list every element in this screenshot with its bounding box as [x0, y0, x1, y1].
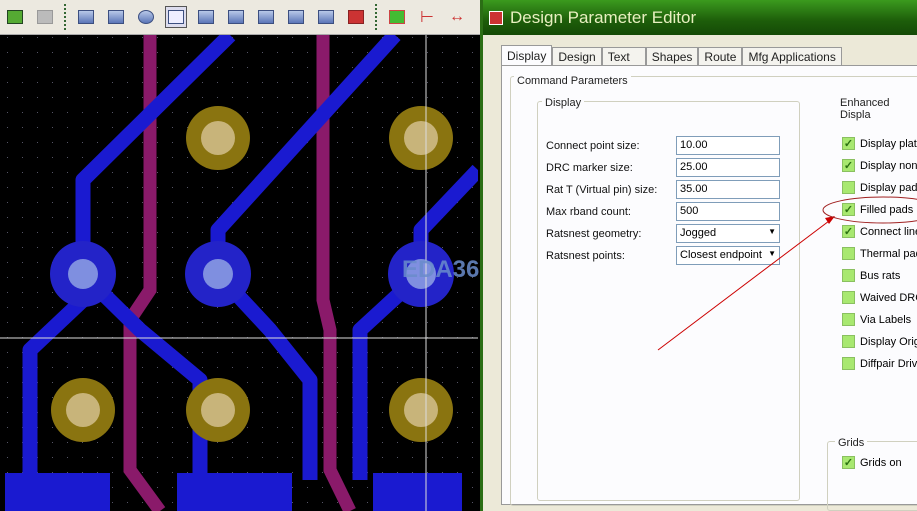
- field-value: Jogged: [680, 227, 717, 239]
- field-row: DRC marker size: 25.00: [546, 158, 780, 177]
- checkbox-grids-on[interactable]: ✓ Grids on: [842, 456, 902, 469]
- field-row: Max rband count: 500: [546, 202, 780, 221]
- toolbar-separator: [375, 4, 378, 30]
- circle-outline-icon[interactable]: [285, 6, 307, 28]
- checkbox-item[interactable]: Display Origi: [842, 335, 917, 348]
- checkbox-box[interactable]: [842, 269, 855, 282]
- checkbox-label: Diffpair Drive: [860, 357, 917, 370]
- tab-text[interactable]: Text: [601, 47, 646, 66]
- text-input[interactable]: 10.00: [676, 136, 780, 155]
- tab-mfg-applications[interactable]: Mfg Applications: [742, 47, 842, 66]
- tab-design[interactable]: Design: [552, 47, 602, 66]
- checkbox-label: Waived DRC: [860, 291, 917, 304]
- checkbox-item[interactable]: ✓ Display non-p: [842, 159, 917, 172]
- checkbox-box[interactable]: ✓: [842, 203, 855, 216]
- field-label: Max rband count:: [546, 205, 631, 218]
- field-row: Ratsnest points: Closest endpoint ▼: [546, 246, 780, 265]
- measure-vertical-icon[interactable]: ⊢: [416, 6, 438, 28]
- title-bar[interactable]: Design Parameter Editor: [483, 0, 917, 35]
- blank-icon[interactable]: [34, 6, 56, 28]
- component-icon[interactable]: [386, 6, 408, 28]
- field-value: Closest endpoint: [680, 249, 762, 261]
- square-outline-icon[interactable]: [255, 6, 277, 28]
- checkbox-box[interactable]: [842, 335, 855, 348]
- checkbox-label: Display plate: [860, 137, 917, 150]
- design-parameter-editor-dialog: Design Parameter Editor Display Design T…: [480, 0, 917, 511]
- command-parameters-label: Command Parameters: [514, 75, 631, 87]
- measure-horizontal-icon[interactable]: ↔: [446, 6, 468, 28]
- tab-bar: Display Design Text Shapes Route Mfg App…: [501, 45, 842, 67]
- checkbox-label: Via Labels: [860, 313, 912, 326]
- checkbox-box[interactable]: ✓: [842, 137, 855, 150]
- checkbox-item[interactable]: ✓ Filled pads: [842, 203, 913, 216]
- shape-outline-icon[interactable]: [195, 6, 217, 28]
- checkbox-label: Display padle: [860, 181, 917, 194]
- slant-rect-icon[interactable]: [315, 6, 337, 28]
- field-row: Rat T (Virtual pin) size: 35.00: [546, 180, 780, 199]
- checkbox-label: Display non-p: [860, 159, 917, 172]
- circle-icon[interactable]: [135, 6, 157, 28]
- checkbox-box[interactable]: [842, 247, 855, 260]
- toolbar: ⊢ ↔: [0, 0, 480, 35]
- field-value: 25.00: [680, 161, 708, 173]
- checkbox-label: Bus rats: [860, 269, 901, 282]
- enhanced-display-label: Enhanced Displa: [837, 97, 917, 121]
- dropdown[interactable]: Jogged ▼: [676, 224, 780, 243]
- app-icon: [489, 10, 503, 25]
- field-value: 500: [680, 205, 699, 217]
- field-row: Connect point size: 10.00: [546, 136, 780, 155]
- field-label: Ratsnest geometry:: [546, 227, 642, 240]
- checkbox-box[interactable]: [842, 181, 855, 194]
- field-row: Ratsnest geometry: Jogged ▼: [546, 224, 780, 243]
- checkbox-item[interactable]: ✓ Display plate: [842, 137, 917, 150]
- checkbox-label: Grids on: [860, 456, 902, 469]
- checkbox-box[interactable]: ✓: [842, 225, 855, 238]
- checkbox-label: Filled pads: [860, 203, 914, 216]
- field-label: Connect point size:: [546, 139, 640, 152]
- checkbox-item[interactable]: Diffpair Drive: [842, 357, 917, 370]
- step-shape-icon[interactable]: [75, 6, 97, 28]
- tab-route[interactable]: Route: [698, 47, 743, 66]
- field-value: 10.00: [680, 139, 708, 151]
- checkbox-item[interactable]: Via Labels: [842, 313, 911, 326]
- checkbox-box[interactable]: ✓: [842, 159, 855, 172]
- arc-icon[interactable]: [225, 6, 247, 28]
- text-input[interactable]: 500: [676, 202, 780, 221]
- tab-shapes[interactable]: Shapes: [645, 47, 699, 66]
- checkbox-box[interactable]: [842, 357, 855, 370]
- checkbox-box[interactable]: ✓: [842, 456, 855, 469]
- checkbox-box[interactable]: [842, 313, 855, 326]
- chevron-down-icon: ▼: [768, 249, 776, 258]
- checkbox-label: Connect line: [860, 225, 917, 238]
- rectangle-icon[interactable]: [105, 6, 127, 28]
- chevron-down-icon: ▼: [768, 227, 776, 236]
- field-label: Rat T (Virtual pin) size:: [546, 183, 658, 196]
- grids-group: [827, 441, 917, 511]
- grids-group-label: Grids: [835, 437, 868, 449]
- checkbox-item[interactable]: ✓ Connect line: [842, 225, 917, 238]
- checkbox-item[interactable]: Display padle: [842, 181, 917, 194]
- field-label: Ratsnest points:: [546, 249, 625, 262]
- tab-display[interactable]: Display: [501, 45, 553, 67]
- checkbox-item[interactable]: Thermal pad: [842, 247, 917, 260]
- text-input[interactable]: 25.00: [676, 158, 780, 177]
- checkbox-label: Display Origi: [860, 335, 917, 348]
- field-value: 35.00: [680, 183, 708, 195]
- checkbox-box[interactable]: [842, 291, 855, 304]
- select-pointer-icon[interactable]: [165, 6, 187, 28]
- text-input[interactable]: 35.00: [676, 180, 780, 199]
- checkbox-label: Thermal pad: [860, 247, 917, 260]
- dialog-title: Design Parameter Editor: [510, 7, 697, 27]
- checkbox-item[interactable]: Waived DRC: [842, 291, 917, 304]
- checkbox-item[interactable]: Bus rats: [842, 269, 900, 282]
- layer-icon[interactable]: [4, 6, 26, 28]
- display-tab-panel: Command Parameters Display Enhanced Disp…: [501, 65, 917, 511]
- delete-shape-icon[interactable]: [345, 6, 367, 28]
- bottom-pads: [5, 473, 462, 511]
- dropdown[interactable]: Closest endpoint ▼: [676, 246, 780, 265]
- display-group-label: Display: [542, 97, 585, 109]
- field-label: DRC marker size:: [546, 161, 633, 174]
- toolbar-separator: [64, 4, 67, 30]
